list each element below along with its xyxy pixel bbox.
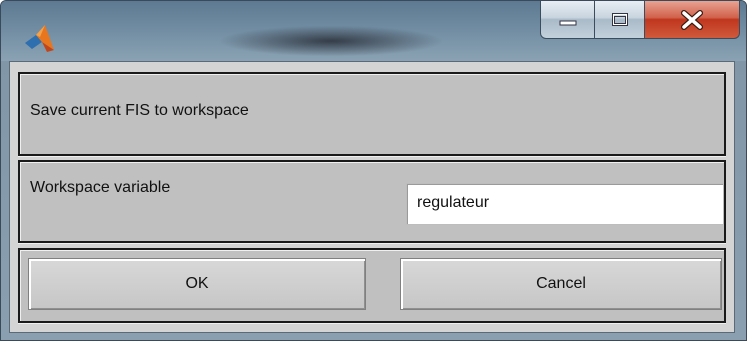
close-icon: [681, 9, 703, 30]
dialog-body: Save current FIS to workspace Workspace …: [9, 61, 735, 333]
matlab-logo-icon: [25, 25, 54, 52]
maximize-icon: [611, 12, 628, 26]
close-button[interactable]: [645, 1, 740, 39]
workspace-variable-label: Workspace variable: [30, 179, 171, 196]
minimize-button[interactable]: [540, 1, 595, 39]
title-bar[interactable]: [1, 1, 746, 61]
caption-buttons: [540, 1, 740, 41]
buttons-panel: OK Cancel: [18, 248, 726, 323]
title-panel: Save current FIS to workspace: [18, 72, 726, 156]
cancel-button[interactable]: Cancel: [400, 258, 722, 310]
maximize-button[interactable]: [595, 1, 645, 39]
ok-button[interactable]: OK: [28, 258, 366, 310]
workspace-variable-input[interactable]: regulateur: [406, 183, 724, 225]
minimize-icon: [559, 20, 576, 25]
dialog-heading: Save current FIS to workspace: [30, 102, 249, 119]
dialog-window: Save current FIS to workspace Workspace …: [0, 0, 747, 341]
variable-panel: Workspace variable regulateur: [18, 160, 726, 243]
